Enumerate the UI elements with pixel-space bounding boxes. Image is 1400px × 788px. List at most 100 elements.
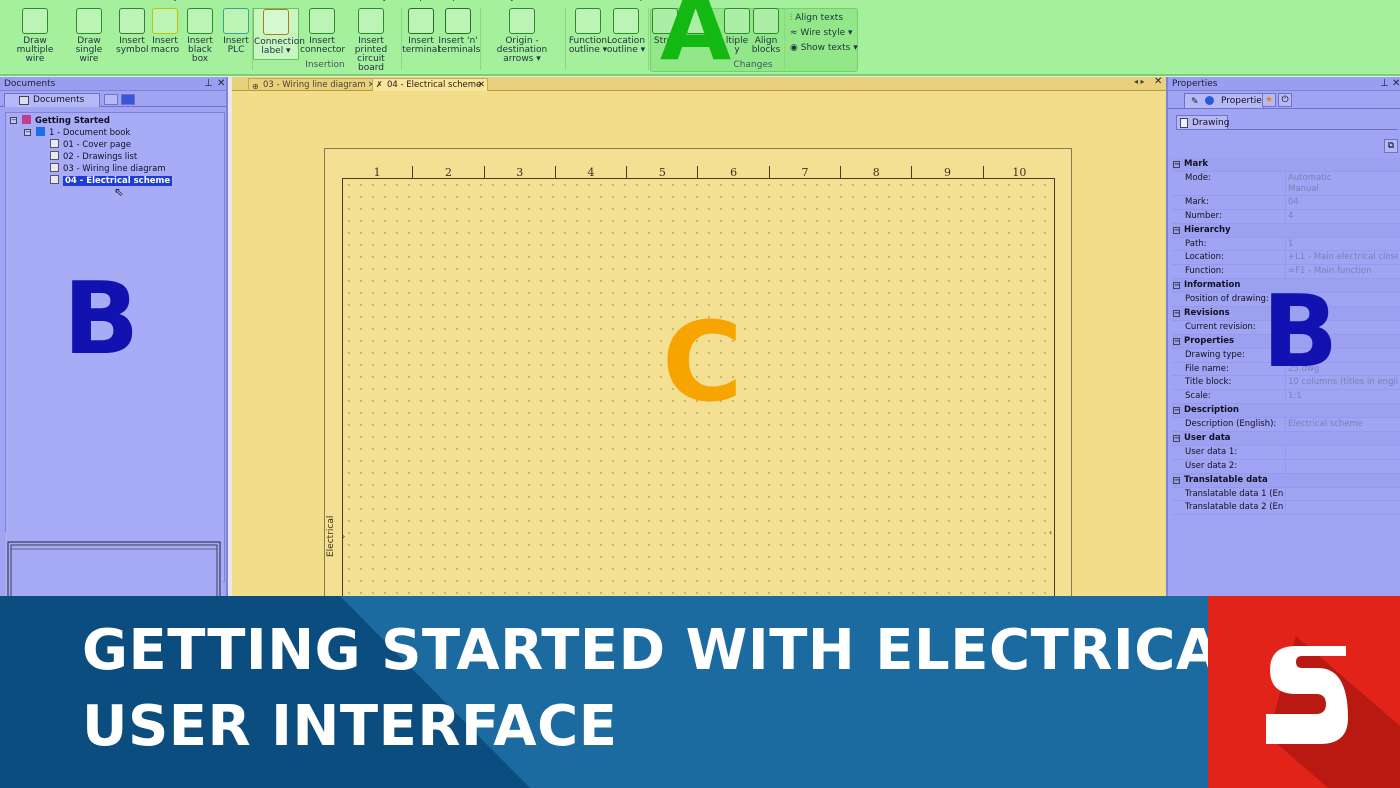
property-section[interactable]: − Translatable data (1172, 473, 1400, 488)
wire-style-button[interactable]: ≈ Wire style ▾ (790, 28, 852, 38)
collapse-icon[interactable]: − (1173, 282, 1180, 290)
collapse-icon[interactable]: − (1173, 226, 1180, 234)
menu-item[interactable]: Window (572, 0, 608, 2)
button-label: wire (25, 54, 45, 64)
close-icon[interactable]: ✕ (1392, 77, 1400, 91)
align-texts-button[interactable]: ⫶ Align texts (790, 13, 843, 23)
collapse-icon[interactable]: − (1173, 407, 1180, 415)
property-row[interactable]: Path: 1 (1172, 237, 1400, 252)
insert-macro-button[interactable]: Insert macro (150, 8, 180, 60)
edit-icon[interactable]: ⧉ (1384, 139, 1398, 153)
panel-tab-icon[interactable] (121, 94, 135, 105)
property-row[interactable]: Translatable data 1 (En (1172, 487, 1400, 502)
menu-item[interactable]: Project (160, 0, 191, 2)
menu-item[interactable]: Modify (358, 0, 388, 2)
menu-item[interactable]: Schematic (258, 0, 305, 2)
property-section[interactable]: − Mark (1172, 158, 1400, 172)
property-value[interactable]: 4 (1288, 210, 1398, 224)
collapse-icon[interactable]: − (1173, 337, 1180, 345)
collapse-icon[interactable]: − (1173, 161, 1180, 168)
menu-item[interactable]: Draw (318, 0, 342, 2)
banner-title-line1: GETTING STARTED WITH ELECTRICAL (82, 618, 1256, 683)
property-row[interactable]: Location: +L1 - Main electrical closet (1172, 251, 1400, 266)
collapse-icon[interactable]: − (1173, 435, 1180, 443)
property-key: Title block: (1185, 377, 1232, 388)
property-value[interactable]: +L1 - Main electrical closet (1288, 251, 1398, 265)
align-blocks-button[interactable]: Align blocks (750, 8, 782, 60)
property-row[interactable]: User data 1: (1172, 445, 1400, 460)
menu-item[interactable]: Tools (532, 0, 554, 2)
origin-destination-arrows-button[interactable]: Origin - destination arrows ▾ (482, 8, 562, 64)
property-key: Current revision: (1185, 321, 1256, 332)
insert-symbol-button[interactable]: Insert symbol (116, 8, 149, 60)
property-row[interactable]: Mark: 04 (1172, 195, 1400, 210)
property-value[interactable]: 04 (1288, 196, 1398, 210)
overlay-label-c: C (662, 298, 743, 426)
insert-n-terminals-button[interactable]: Insert 'n' terminals (438, 8, 480, 60)
menu-item[interactable]: Import-Export (408, 0, 471, 2)
menu-item[interactable]: View (120, 0, 141, 2)
power-icon[interactable]: ⏻ (1278, 93, 1292, 107)
property-section[interactable]: − Description (1172, 404, 1400, 419)
location-outline-button[interactable]: Location outline ▾ (606, 8, 646, 60)
menu-item[interactable]: Edit (85, 0, 102, 2)
property-section[interactable]: − User data (1172, 432, 1400, 446)
draw-single-wire-button[interactable]: Draw single wire (64, 8, 114, 64)
pin-icon[interactable]: ⊥ (204, 77, 213, 91)
property-row[interactable]: Description (English): Electrical scheme (1172, 418, 1400, 433)
tab-properties[interactable]: ✎ Properties (1184, 93, 1266, 108)
drawing-thumbnail[interactable] (5, 532, 223, 604)
column-number: 5 (627, 166, 699, 179)
tab-drawing[interactable]: Drawing (1176, 115, 1229, 130)
draw-multiple-wire-button[interactable]: Draw multiple wire (6, 8, 64, 64)
connection-label-button[interactable]: Connection label ▾ (253, 8, 305, 60)
property-row[interactable]: User data 2: (1172, 459, 1400, 474)
property-row[interactable]: Number: 4 (1172, 209, 1400, 224)
tab-wiring-line-diagram[interactable]: ⊕ 03 - Wiring line diagram ✕ (248, 78, 378, 91)
insert-pcb-button[interactable]: Insert printed circuit board (344, 8, 398, 73)
tree-item[interactable]: 03 - Wiring line diagram (50, 163, 166, 174)
menu-item[interactable]: File (50, 0, 65, 2)
function-outline-button[interactable]: Function outline ▾ (568, 8, 608, 60)
show-texts-button[interactable]: ◉ Show texts ▾ (790, 43, 858, 53)
collapse-icon[interactable]: − (1173, 310, 1180, 318)
overlay-label-b-right: B (1262, 273, 1339, 390)
expander-icon[interactable]: − (24, 129, 31, 136)
mode-radio-group[interactable]: Automatic Manual (1288, 173, 1398, 195)
menu-item[interactable]: Library (484, 0, 515, 2)
tab-electrical-scheme[interactable]: ✗ 04 - Electrical scheme ✕ (372, 78, 488, 91)
close-editor-icon[interactable]: ✕ (1154, 76, 1162, 87)
property-row[interactable]: Scale: 1:1 (1172, 390, 1400, 405)
insert-connector-button[interactable]: Insert connector (300, 8, 345, 60)
tree-item[interactable]: 02 - Drawings list (50, 151, 137, 162)
insert-plc-button[interactable]: Insert PLC (222, 8, 250, 60)
close-icon[interactable]: ✕ (217, 77, 225, 91)
scroll-tabs-icon[interactable]: ◂ ▸ (1134, 77, 1145, 86)
property-section[interactable]: − Hierarchy (1172, 223, 1400, 238)
property-value[interactable]: 1 (1288, 238, 1398, 252)
tab-documents[interactable]: Documents (4, 93, 100, 107)
property-row[interactable]: Translatable data 2 (En (1172, 501, 1400, 516)
property-value[interactable]: 1:1 (1288, 390, 1398, 404)
tree-item[interactable]: 01 - Cover page (50, 139, 131, 150)
tree-root[interactable]: Getting Started (22, 115, 110, 126)
property-value[interactable]: Electrical scheme (1288, 418, 1398, 432)
favorites-star-icon[interactable]: ★ (1262, 93, 1276, 107)
insert-terminal-button[interactable]: Insert terminal (402, 8, 440, 60)
column-number: 1 (342, 166, 414, 179)
expander-icon[interactable]: − (10, 117, 17, 124)
property-row[interactable]: Mode: Automatic Manual (1172, 171, 1400, 196)
menu-item[interactable]: Help (625, 0, 646, 2)
collapse-icon[interactable]: − (1173, 476, 1180, 484)
radio-automatic[interactable]: Automatic (1288, 173, 1398, 184)
tree-item-selected[interactable]: 04 - Electrical scheme (50, 175, 173, 186)
close-tab-icon[interactable]: ✕ (478, 79, 485, 91)
tree-book[interactable]: 1 - Document book (36, 127, 130, 138)
components-tab-icon[interactable] (104, 94, 118, 105)
menu-item[interactable]: Process (205, 0, 239, 2)
radio-manual[interactable]: Manual (1288, 184, 1398, 195)
properties-panel-title: Properties ⊥ ✕ (1168, 77, 1400, 91)
insert-black-box-button[interactable]: Insert black box (180, 8, 220, 64)
pin-icon[interactable]: ⊥ (1380, 77, 1389, 91)
drawing-editor[interactable]: ⊕ 03 - Wiring line diagram ✕ ✗ 04 - Elec… (232, 76, 1166, 608)
